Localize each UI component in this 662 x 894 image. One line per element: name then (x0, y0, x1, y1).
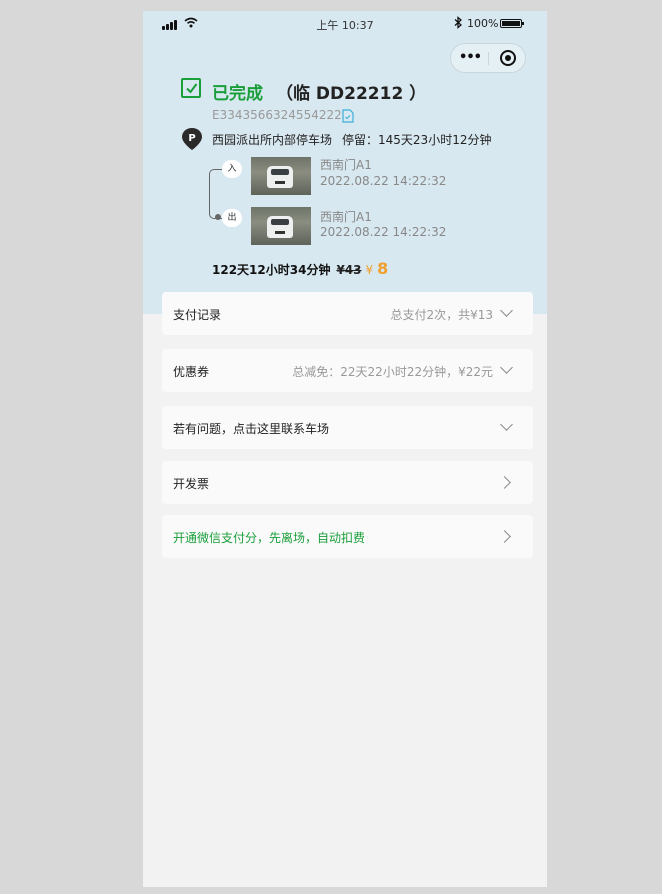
entry-time: 2022.08.22 14:22:32 (320, 174, 447, 188)
close-miniprogram-button[interactable] (500, 50, 516, 66)
parking-lot-line: 西园派出所内部停车场 停留：145天23小时12分钟 (212, 131, 491, 148)
billed-duration: 122天12小时34分钟 (212, 263, 331, 277)
chevron-down-icon (500, 418, 513, 431)
payment-records-label: 支付记录 (173, 308, 222, 322)
copy-icon[interactable] (342, 108, 354, 123)
bluetooth-icon (453, 16, 463, 32)
status-bar: 上午 10:37 100% (143, 11, 547, 37)
parking-pin-icon: P (181, 127, 203, 151)
contact-lot-card[interactable]: 若有问题，点击这里联系车场 (162, 406, 533, 449)
chevron-down-icon (500, 304, 513, 317)
chevron-right-icon (498, 476, 511, 489)
invoice-label: 开发票 (173, 477, 210, 491)
entry-badge: 入 (222, 160, 242, 178)
entry-exit-connector (209, 169, 222, 219)
plate-number: （临 DD22212 ） (276, 84, 427, 104)
miniprogram-capsule: ••• (450, 43, 526, 73)
currency-symbol: ¥ (365, 263, 374, 277)
parking-lot-name: 西园派出所内部停车场 (212, 133, 333, 147)
battery-icon (500, 19, 524, 28)
more-menu-button[interactable]: ••• (451, 50, 489, 65)
entry-gate: 西南门A1 (320, 158, 372, 172)
invoice-card[interactable]: 开发票 (162, 461, 533, 504)
coupon-info: 总减免：22天22小时22分钟，¥22元 (292, 365, 493, 379)
final-price: 8 (377, 259, 389, 278)
wechat-payscore-label: 开通微信支付分，先离场，自动扣费 (173, 531, 366, 545)
capsule-divider (488, 52, 489, 65)
payment-records-info: 总支付2次，共¥13 (390, 308, 493, 322)
phone-screen: 上午 10:37 100% ••• 已完成 （临 DD22212 ） E3343… (143, 11, 547, 887)
exit-gate: 西南门A1 (320, 210, 372, 224)
contact-lot-label: 若有问题，点击这里联系车场 (173, 422, 330, 436)
order-status: 已完成 (212, 84, 263, 104)
fee-summary: 122天12小时34分钟 ¥43 ¥8 (212, 259, 388, 278)
chevron-down-icon (500, 361, 513, 374)
exit-badge: 出 (222, 209, 242, 227)
wechat-payscore-card[interactable]: 开通微信支付分，先离场，自动扣费 (162, 515, 533, 558)
exit-time: 2022.08.22 14:22:32 (320, 225, 447, 239)
order-id: E3343566324554222 (212, 108, 342, 122)
payment-records-card[interactable]: 支付记录 总支付2次，共¥13 (162, 292, 533, 335)
coupon-card[interactable]: 优惠券 总减免：22天22小时22分钟，¥22元 (162, 349, 533, 392)
original-price: ¥43 (336, 263, 362, 277)
battery-percent: 100% (467, 17, 499, 30)
exit-photo[interactable] (251, 207, 311, 245)
chevron-right-icon (498, 530, 511, 543)
coupon-label: 优惠券 (173, 365, 210, 379)
svg-text:P: P (188, 133, 195, 144)
connector-dot (215, 214, 221, 220)
stay-duration: 停留：145天23小时12分钟 (342, 133, 492, 147)
entry-photo[interactable] (251, 157, 311, 195)
check-icon (181, 78, 201, 98)
